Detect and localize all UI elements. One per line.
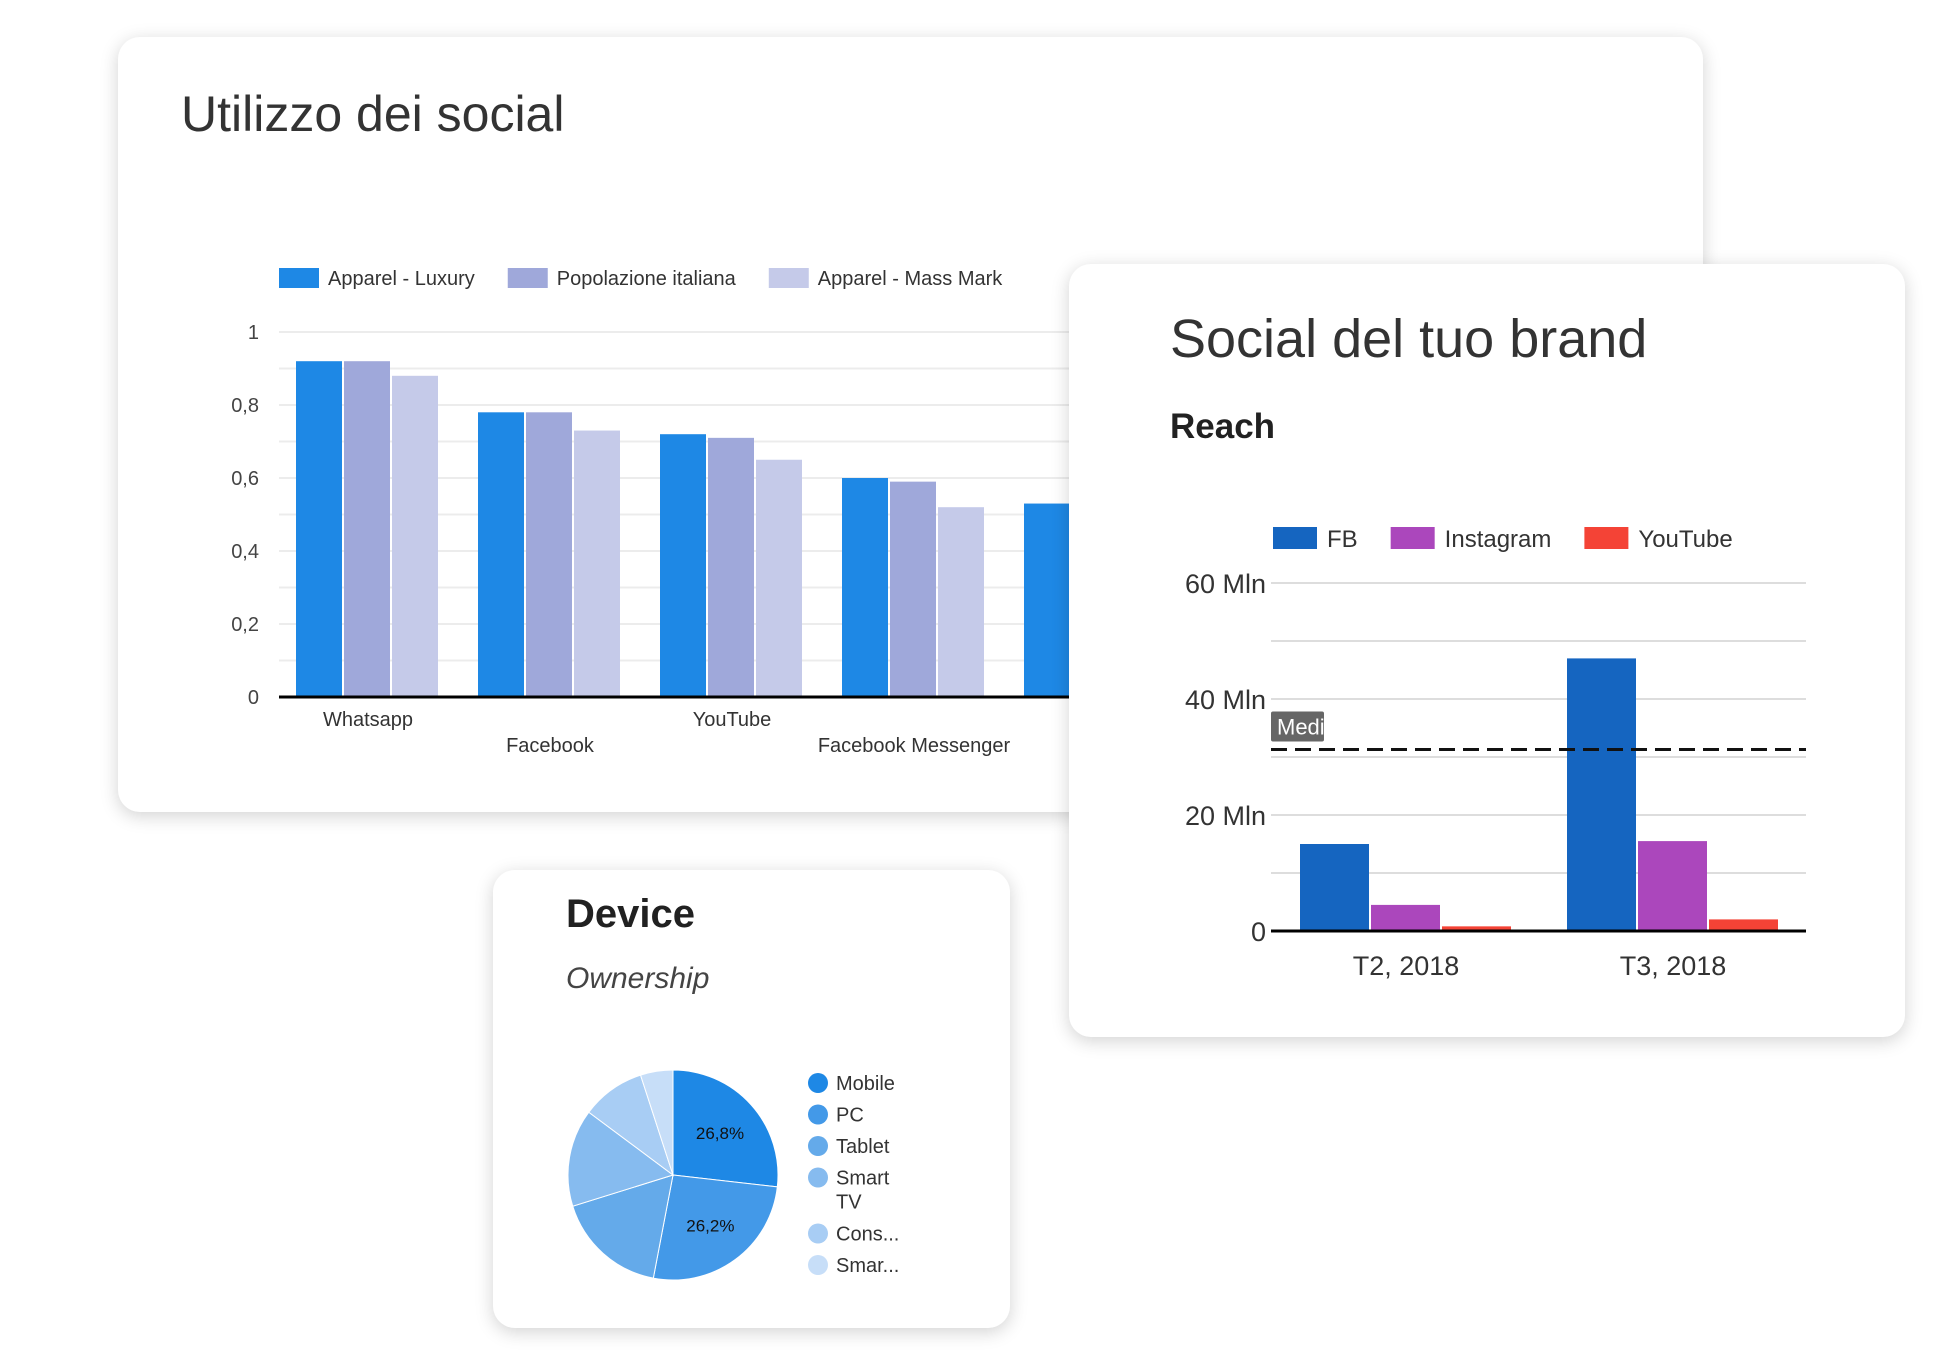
legend-label: Smar... (836, 1255, 899, 1277)
legend-dot (808, 1167, 828, 1188)
legend-label: Popolazione italiana (557, 268, 737, 290)
legend-swatch (1584, 527, 1629, 549)
legend-swatch (768, 268, 809, 288)
bar (708, 437, 754, 697)
legend-label: Mobile (836, 1073, 895, 1095)
y-tick-label: 0 (1251, 917, 1266, 947)
legend-label: Cons... (836, 1224, 899, 1246)
legend-dot (808, 1255, 828, 1275)
bar (1024, 503, 1070, 697)
y-tick-label: 0,2 (231, 614, 259, 636)
y-tick-label: 0,6 (231, 468, 259, 490)
legend-label: Instagram (1445, 526, 1552, 553)
y-tick-label: 0,8 (231, 395, 259, 417)
bar (1300, 844, 1369, 931)
legend-label: Tablet (836, 1136, 890, 1158)
legend-swatch (1390, 527, 1435, 549)
bar (574, 430, 620, 697)
reference-label: Media (1277, 714, 1338, 739)
x-tick-label: T2, 2018 (1353, 951, 1460, 981)
legend-label: PC (836, 1105, 864, 1127)
legend-label: Smart (836, 1168, 890, 1190)
legend-swatch (507, 268, 548, 288)
y-tick-label: 0,4 (231, 541, 259, 563)
slice-data-label: 26,2% (686, 1217, 734, 1236)
bar (842, 478, 888, 697)
legend-label: YouTube (1638, 526, 1732, 553)
legend-label-cont: TV (836, 1192, 862, 1214)
device-pie-chart: 26,8% 26,2% Mobile PC Tablet SmartTV Cons... Sm… (567, 1069, 899, 1281)
legend-dot (808, 1223, 828, 1244)
bar (660, 434, 706, 697)
x-tick-label: Whatsapp (323, 709, 413, 731)
bar (478, 412, 524, 697)
bar (1638, 841, 1707, 931)
y-tick-label: 60 Mln (1185, 569, 1266, 599)
bar (392, 375, 438, 697)
legend-swatch (279, 268, 319, 288)
legend-label: Apparel - Mass Mark (818, 268, 1003, 290)
legend-label: FB (1327, 526, 1358, 553)
legend-dot (808, 1073, 828, 1093)
bar (1371, 904, 1440, 931)
x-tick-label: YouTube (693, 709, 772, 731)
legend-label: Apparel - Luxury (328, 268, 475, 290)
reach-chart: 0 20 Mln 40 Mln 60 Mln FB Instagram YouTube T2,… (1185, 526, 1806, 981)
y-tick-label: 40 Mln (1185, 685, 1266, 715)
bar (296, 361, 342, 697)
bar (890, 481, 936, 697)
y-tick-label: 1 (248, 322, 259, 344)
x-tick-label: Facebook Messenger (818, 735, 1011, 757)
bar (1567, 658, 1636, 931)
bar (526, 412, 572, 697)
brand-social-card: Social del tuo brand Reach 0 20 Mln 40 Mln… (1069, 264, 1905, 1037)
x-tick-label: T3, 2018 (1620, 951, 1727, 981)
legend-swatch (1273, 527, 1317, 549)
bar (938, 507, 984, 697)
y-tick-label: 0 (248, 687, 259, 709)
slice-data-label: 26,8% (696, 1124, 744, 1143)
legend-dot (808, 1136, 828, 1156)
x-tick-label: Facebook (506, 735, 595, 757)
bar (344, 361, 390, 697)
bar (1709, 919, 1778, 931)
y-tick-label: 20 Mln (1185, 801, 1266, 831)
device-card: Device Ownership 26,8% 26,2% Mobile PC Table… (493, 870, 1010, 1328)
legend-dot (808, 1104, 828, 1125)
bar (756, 459, 802, 697)
